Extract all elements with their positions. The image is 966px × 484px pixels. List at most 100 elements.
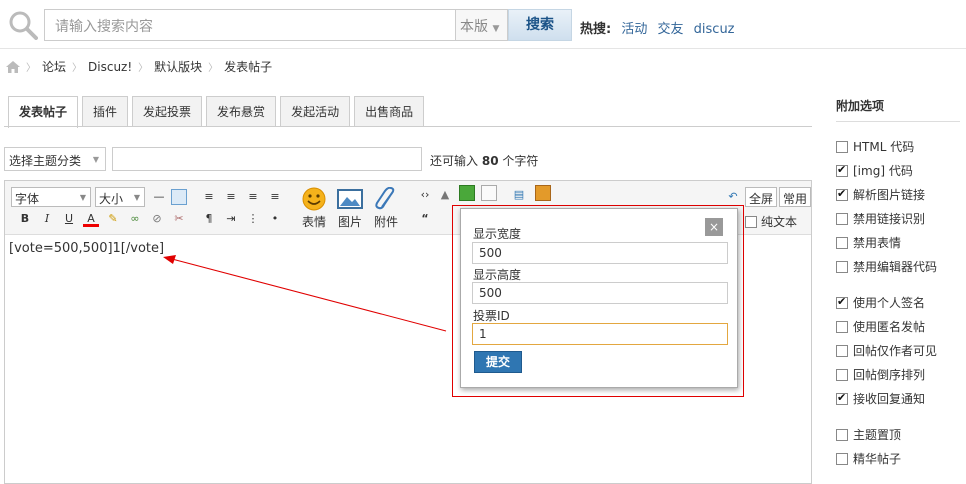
submit-button[interactable]: 提交 — [474, 351, 522, 373]
align-center-icon[interactable]: ≡ — [223, 189, 239, 205]
option-checkbox[interactable] — [836, 260, 848, 273]
tab-activity[interactable]: 发起活动 — [280, 96, 351, 127]
tab-poll[interactable]: 发起投票 — [132, 96, 203, 127]
quote-icon[interactable]: “ — [417, 211, 433, 227]
tab-trade[interactable]: 出售商品 — [354, 96, 425, 127]
check-icon[interactable] — [459, 185, 475, 201]
plaintext-checkbox[interactable] — [745, 215, 757, 228]
hot-search-link[interactable]: 活动 — [621, 22, 647, 37]
option-checkbox[interactable] — [836, 140, 848, 153]
option-checkbox[interactable] — [836, 368, 848, 381]
font-color-icon[interactable]: A — [83, 211, 99, 227]
undo-icon[interactable]: ↶ — [725, 189, 741, 205]
free-icon[interactable]: ▲ — [437, 187, 453, 203]
plaintext-toggle[interactable]: 纯文本 — [745, 213, 797, 230]
align-left-icon[interactable]: ≡ — [201, 189, 217, 205]
height-input[interactable]: 500 — [472, 282, 728, 304]
chevron-down-icon: ▼ — [492, 24, 500, 34]
option-checkbox[interactable] — [836, 163, 848, 177]
thread-type-select[interactable]: 选择主题分类 ▼ — [4, 147, 106, 171]
bold-icon[interactable]: B — [17, 211, 33, 227]
option-checkbox[interactable] — [836, 187, 848, 201]
indent-icon[interactable]: ⇥ — [223, 211, 239, 227]
option-digest[interactable]: 精华帖子 — [836, 450, 901, 467]
option-anonymous[interactable]: 使用匿名发帖 — [836, 318, 925, 335]
editor-text[interactable]: [vote=500,500]1[/vote] — [9, 241, 164, 256]
option-checkbox[interactable] — [836, 391, 848, 405]
table-icon[interactable] — [171, 189, 187, 205]
option-disable-emoticon[interactable]: 禁用表情 — [836, 234, 901, 251]
chevron-down-icon: ▼ — [79, 193, 86, 202]
vote-id-label: 投票ID — [473, 309, 510, 323]
emoticon-button[interactable]: 表情 — [297, 187, 331, 230]
size-select[interactable]: 大小 ▼ — [95, 187, 145, 207]
hot-search-link[interactable]: 交友 — [658, 22, 684, 37]
search-scope-label: 本版 — [460, 19, 488, 35]
option-label: 精华帖子 — [853, 452, 902, 466]
option-checkbox[interactable] — [836, 428, 848, 441]
clear-format-icon[interactable]: ✂ — [171, 211, 187, 227]
image-label: 图片 — [337, 215, 362, 229]
search-button[interactable]: 搜索 — [508, 9, 572, 41]
option-checkbox[interactable] — [836, 236, 848, 249]
align-justify-icon[interactable]: ≡ — [245, 189, 261, 205]
fullscreen-button[interactable]: 全屏 — [745, 187, 778, 207]
breadcrumb-item[interactable]: 默认版块 — [154, 58, 202, 75]
option-html[interactable]: HTML 代码 — [836, 138, 914, 155]
home-icon[interactable] — [6, 60, 20, 73]
page-icon[interactable] — [481, 185, 497, 201]
search-scope-select[interactable]: 本版 ▼ — [456, 9, 508, 41]
tab-new-thread[interactable]: 发表帖子 — [8, 96, 79, 128]
font-select[interactable]: 字体 ▼ — [11, 187, 91, 207]
option-checkbox[interactable] — [836, 320, 848, 333]
breadcrumb-item[interactable]: Discuz! — [88, 60, 132, 74]
plaintext-label: 纯文本 — [761, 215, 798, 229]
common-button[interactable]: 常用 — [779, 187, 811, 207]
code-icon[interactable]: ‹› — [417, 187, 433, 203]
document-icon[interactable]: ▤ — [511, 187, 527, 203]
media-icon[interactable] — [535, 185, 551, 201]
unlink-icon[interactable]: ⊘ — [149, 211, 165, 227]
unordered-list-icon[interactable]: • — [267, 211, 283, 227]
breadcrumb-item[interactable]: 论坛 — [42, 58, 66, 75]
close-icon[interactable]: × — [705, 218, 723, 236]
hot-search-link[interactable]: discuz — [694, 22, 735, 37]
option-checkbox[interactable] — [836, 212, 848, 225]
option-checkbox[interactable] — [836, 295, 848, 309]
option-parse-image-link[interactable]: 解析图片链接 — [836, 186, 925, 203]
align-right-icon[interactable]: ≡ — [267, 189, 283, 205]
option-reverse-order[interactable]: 回帖倒序排列 — [836, 366, 925, 383]
italic-icon[interactable]: I — [39, 211, 55, 227]
subject-input[interactable] — [112, 147, 422, 171]
chevron-down-icon: ▼ — [133, 193, 140, 202]
width-input[interactable]: 500 — [472, 242, 728, 264]
horizontal-rule-icon[interactable]: — — [151, 189, 167, 205]
option-img[interactable]: [img] 代码 — [836, 162, 913, 179]
divider — [0, 48, 966, 49]
option-label: 解析图片链接 — [853, 188, 926, 202]
option-sticky[interactable]: 主题置顶 — [836, 426, 901, 443]
option-disable-editor-code[interactable]: 禁用编辑器代码 — [836, 258, 937, 275]
breadcrumb-separator: 〉 — [26, 63, 36, 74]
tab-reward[interactable]: 发布悬赏 — [206, 96, 277, 127]
option-reply-notify[interactable]: 接收回复通知 — [836, 390, 925, 407]
char-hint-prefix: 还可输入 — [430, 154, 479, 168]
option-author-only-reply[interactable]: 回帖仅作者可见 — [836, 342, 937, 359]
ordered-list-icon[interactable]: ⋮ — [245, 211, 261, 227]
search-input[interactable]: 请输入搜索内容 — [44, 9, 456, 41]
option-use-signature[interactable]: 使用个人签名 — [836, 294, 925, 311]
option-disable-link[interactable]: 禁用链接识别 — [836, 210, 925, 227]
underline-icon[interactable]: U — [61, 211, 77, 227]
image-button[interactable]: 图片 — [333, 187, 367, 230]
vote-id-input[interactable]: 1 — [472, 323, 728, 345]
hot-search-label: 热搜: — [580, 22, 612, 37]
option-label: HTML 代码 — [853, 140, 915, 154]
option-checkbox[interactable] — [836, 344, 848, 357]
tab-plugin[interactable]: 插件 — [82, 96, 129, 127]
link-icon[interactable]: ∞ — [127, 211, 143, 227]
attachment-button[interactable]: 附件 — [369, 187, 403, 230]
highlight-icon[interactable]: ✎ — [105, 211, 121, 227]
option-checkbox[interactable] — [836, 452, 848, 465]
paragraph-icon[interactable]: ¶ — [201, 211, 217, 227]
emoticon-label: 表情 — [301, 215, 326, 229]
